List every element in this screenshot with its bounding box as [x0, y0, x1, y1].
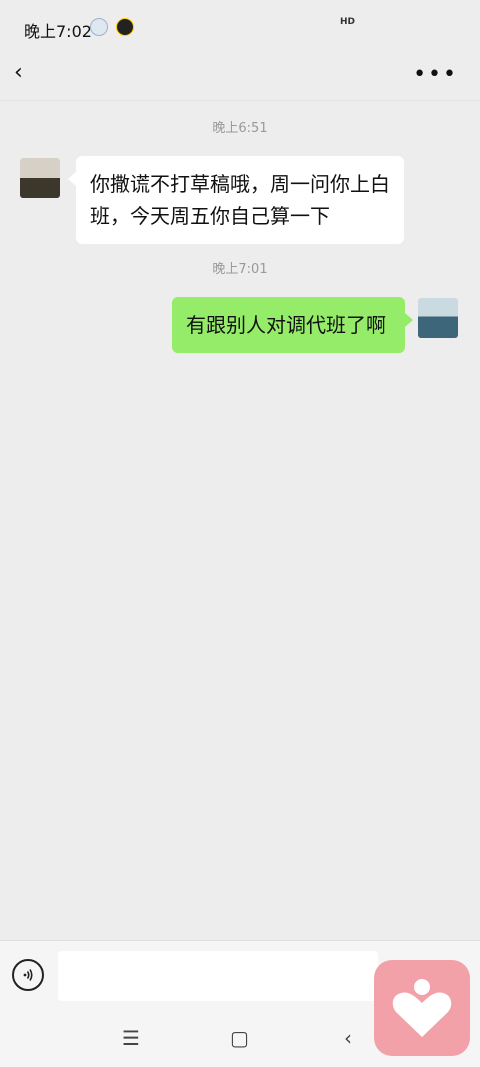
status-badges: [90, 18, 134, 36]
message-input[interactable]: [58, 951, 378, 1001]
menu-icon[interactable]: ☰: [122, 1026, 140, 1050]
qq-icon: [116, 18, 134, 36]
incoming-message[interactable]: 你撒谎不打草稿哦，周一问你上白班，今天周五你自己算一下: [68, 156, 404, 244]
back-icon[interactable]: ‹: [344, 1026, 352, 1050]
outgoing-message[interactable]: 有跟别人对调代班了啊: [172, 297, 413, 353]
my-avatar[interactable]: [418, 298, 458, 338]
heart-person-icon[interactable]: [374, 960, 470, 1056]
back-button[interactable]: ‹: [14, 60, 23, 85]
contact-avatar[interactable]: [20, 158, 60, 198]
more-button[interactable]: •••: [413, 62, 458, 87]
voice-icon[interactable]: [12, 959, 44, 991]
status-time: 晚上7:02: [24, 22, 92, 41]
network-indicator: HD: [340, 17, 356, 27]
home-icon[interactable]: ▢: [230, 1026, 249, 1050]
message-time: 晚上7:01: [212, 262, 268, 277]
message-time: 晚上6:51: [212, 121, 268, 136]
notification-icon: [90, 18, 108, 36]
status-bar: 晚上7:02 HD: [0, 0, 480, 52]
chat-header: ‹ •••: [0, 52, 480, 101]
